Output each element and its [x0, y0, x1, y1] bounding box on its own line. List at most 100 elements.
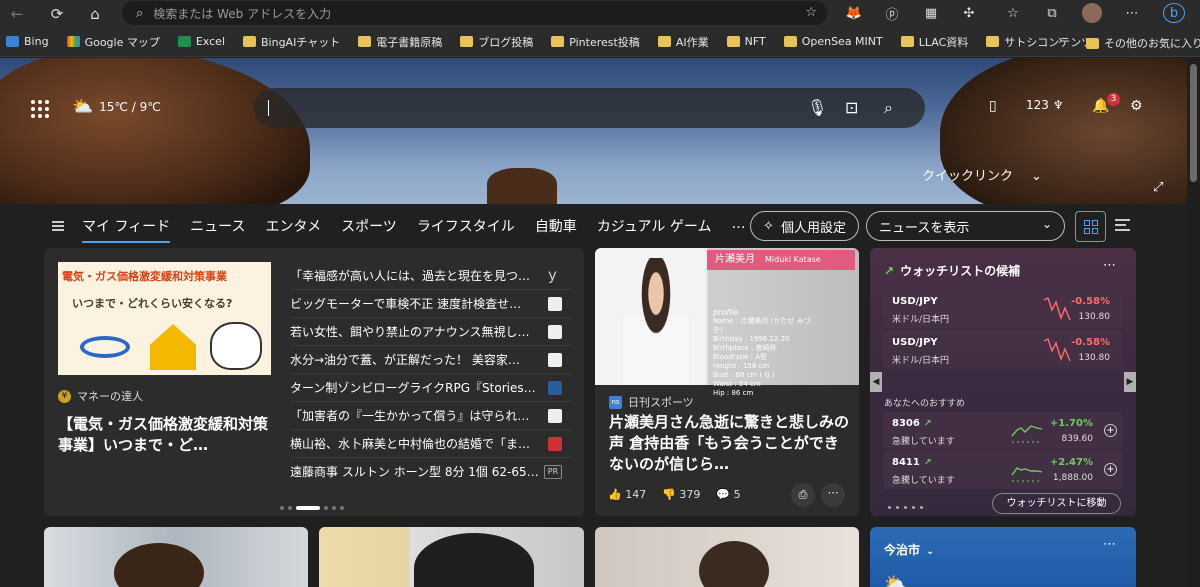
menu-icon[interactable]: [52, 221, 64, 231]
profile-line: Bust : 88 cm ( G ): [713, 371, 775, 379]
personal-settings-button[interactable]: ✧ 個人用設定: [750, 211, 859, 241]
bookmark-folder[interactable]: 電子書籍原稿: [358, 34, 442, 50]
bookmark-folder[interactable]: AI作業: [657, 34, 709, 50]
profile-avatar[interactable]: [1082, 3, 1102, 23]
bookmark-folder[interactable]: ブログ投稿: [460, 34, 533, 50]
weather-city[interactable]: 今治市 ⌄: [884, 541, 934, 558]
recommendations-heading: あなたへのおすすめ: [884, 399, 966, 409]
search-box[interactable]: 🎙 ⊡ ⌕: [254, 88, 925, 128]
bing-icon: [6, 36, 19, 47]
pinterest-extension-icon[interactable]: ⓟ: [881, 3, 903, 23]
visual-search-icon[interactable]: ⊡: [845, 98, 858, 117]
more-options-icon[interactable]: ⋯: [1103, 258, 1116, 273]
page-scrollbar[interactable]: [1187, 58, 1200, 587]
comment-button[interactable]: 💬 5: [716, 488, 740, 501]
bookmark-folder[interactable]: サトシコンテンツ: [986, 34, 1092, 50]
list-item[interactable]: 「加害者の『一生かかって償う』は守られ…: [290, 402, 572, 430]
stock-tile[interactable]: 8306 ↗ 急騰しています +1.70% 839.60 +: [883, 412, 1123, 450]
like-button[interactable]: 👍 147: [608, 488, 646, 501]
tab-sports[interactable]: スポーツ: [341, 216, 397, 243]
add-to-watchlist-icon[interactable]: +: [1104, 424, 1117, 437]
tab-news[interactable]: ニュース: [190, 216, 245, 243]
chevron-down-icon: ⌄: [926, 546, 935, 557]
tab-entertainment[interactable]: エンタメ: [265, 216, 321, 243]
list-item[interactable]: 遠藤商事 スルトン ホーン型 8分 1個 62-65… PR: [290, 458, 572, 486]
app-launcher-icon[interactable]: [31, 100, 49, 118]
bookmark-folder[interactable]: BingAIチャット: [243, 34, 340, 50]
favorites-icon[interactable]: ☆: [1002, 3, 1024, 23]
carousel-dots[interactable]: [280, 506, 344, 510]
favorite-star-icon[interactable]: ☆: [805, 5, 817, 20]
phone-icon[interactable]: ▯: [989, 98, 997, 114]
featured-article-card[interactable]: 片瀬美月 Miduki Katase profile Name : 片瀬美月 (か…: [595, 248, 859, 516]
bookmark-folder[interactable]: OpenSea MINT: [783, 35, 883, 48]
go-to-watchlist-button[interactable]: ウォッチリストに移動: [992, 493, 1121, 514]
article-thumbnail[interactable]: 電気・ガス価格激変緩和対策事業 いつまで・どれくらい安くなる?: [58, 262, 271, 375]
address-bar[interactable]: ⌕ 検索または Web アドレスを入力 ☆: [122, 1, 827, 25]
dislike-button[interactable]: 👎 379: [662, 488, 700, 501]
bookmarks-overflow-icon[interactable]: ›: [1058, 33, 1063, 47]
search-icon[interactable]: ⌕: [884, 98, 893, 118]
quick-links-toggle[interactable]: クイックリンク ⌄: [922, 165, 1042, 184]
collections-icon[interactable]: ⧉: [1041, 3, 1063, 23]
publisher-logo-icon: [548, 381, 562, 395]
forex-change: -0.58%: [1071, 337, 1110, 348]
tab-autos[interactable]: 自動車: [535, 216, 577, 243]
carousel-prev-icon[interactable]: ◀: [870, 372, 882, 392]
scrollbar-thumb[interactable]: [1190, 64, 1197, 182]
microphone-icon[interactable]: 🎙: [807, 98, 827, 117]
settings-gear-icon[interactable]: ⚙: [1130, 98, 1143, 114]
rewards-points[interactable]: 123 ♆: [1026, 98, 1064, 112]
other-favorites[interactable]: その他のお気に入り: [1086, 35, 1200, 51]
publisher-logo-icon: [548, 353, 562, 367]
stock-tile[interactable]: 8411 ↗ 急騰しています +2.47% 1,888.00 +: [883, 451, 1123, 489]
home-icon[interactable]: ⌂: [78, 0, 112, 27]
quick-links-label: クイックリンク: [922, 169, 1014, 184]
extensions-icon[interactable]: ✣: [958, 3, 980, 23]
list-item[interactable]: 若い女性、餌やり禁止のアナウンス無視し…: [290, 318, 572, 346]
more-options-icon[interactable]: ⋯: [821, 483, 845, 507]
back-icon[interactable]: ←: [0, 0, 34, 27]
bookmark-icon[interactable]: ⎙: [791, 483, 815, 507]
carousel-next-icon[interactable]: ▶: [1124, 372, 1136, 392]
bookmark-bing[interactable]: Bing: [6, 35, 49, 48]
carousel-dots[interactable]: [888, 506, 923, 509]
forex-tile[interactable]: USD/JPY 米ドル/日本円 -0.58% 130.80: [883, 331, 1123, 369]
publisher-logo-icon: [548, 437, 562, 451]
article-card-thumbnail[interactable]: [595, 527, 859, 587]
tab-casual-games[interactable]: カジュアル ゲーム: [597, 216, 712, 243]
tab-lifestyle[interactable]: ライフスタイル: [417, 216, 515, 243]
stock-change: +1.70%: [1049, 418, 1093, 429]
bookmark-folder[interactable]: LLAC資料: [900, 34, 968, 50]
grid-layout-icon[interactable]: [1075, 211, 1106, 242]
more-menu-icon[interactable]: ⋯: [1121, 3, 1143, 23]
bookmark-google-maps[interactable]: Google マップ: [66, 34, 160, 50]
metamask-extension-icon[interactable]: 🦊: [843, 3, 865, 23]
expand-icon[interactable]: ⤢: [1153, 180, 1163, 195]
qr-code-icon[interactable]: ▦: [920, 3, 942, 23]
article-card-thumbnail[interactable]: [319, 527, 584, 587]
add-to-watchlist-icon[interactable]: +: [1104, 463, 1117, 476]
article-card-thumbnail[interactable]: [44, 527, 308, 587]
bookmark-excel[interactable]: Excel: [177, 35, 225, 48]
forex-tile[interactable]: USD/JPY 米ドル/日本円 -0.58% 130.80: [883, 290, 1123, 328]
list-item[interactable]: ターン制ゾンビローグライクRPG『Stories…: [290, 374, 572, 402]
bookmark-folder[interactable]: NFT: [726, 35, 766, 48]
list-item[interactable]: 横山裕、水卜麻美と中村倫也の結婚で「ま…: [290, 430, 572, 458]
list-item[interactable]: ビッグモーターで車検不正 速度計検査せ…: [290, 290, 572, 318]
more-options-icon[interactable]: ⋯: [1103, 537, 1116, 552]
list-layout-icon[interactable]: [1115, 219, 1130, 231]
tab-more[interactable]: …: [731, 216, 745, 243]
photo-name-jp: 片瀬美月: [715, 254, 755, 265]
article-headline[interactable]: 【電気・ガス価格激変緩和対策事業】いつまで・ど…: [58, 414, 273, 456]
article-headline[interactable]: 片瀬美月さん急逝に驚きと悲しみの声 倉持由香「もう会うことができないのが信じら…: [609, 412, 849, 475]
bookmark-folder[interactable]: Pinterest投稿: [551, 34, 640, 50]
refresh-icon[interactable]: ⟳: [40, 0, 74, 27]
list-item[interactable]: 水分→油分で蓋、が正解だった！ 美容家…: [290, 346, 572, 374]
news-display-dropdown[interactable]: ニュースを表示 ⌄: [866, 211, 1065, 241]
weather-card[interactable]: 今治市 ⌄ ⋯ ⛅: [870, 527, 1136, 587]
weather-widget[interactable]: ⛅ 15℃ / 9℃: [72, 97, 161, 117]
bing-chat-icon[interactable]: b: [1163, 3, 1185, 23]
tab-my-feed[interactable]: マイ フィード: [82, 216, 171, 243]
list-item[interactable]: 「幸福感が高い人には、過去と現在を見つ… y: [290, 262, 572, 290]
